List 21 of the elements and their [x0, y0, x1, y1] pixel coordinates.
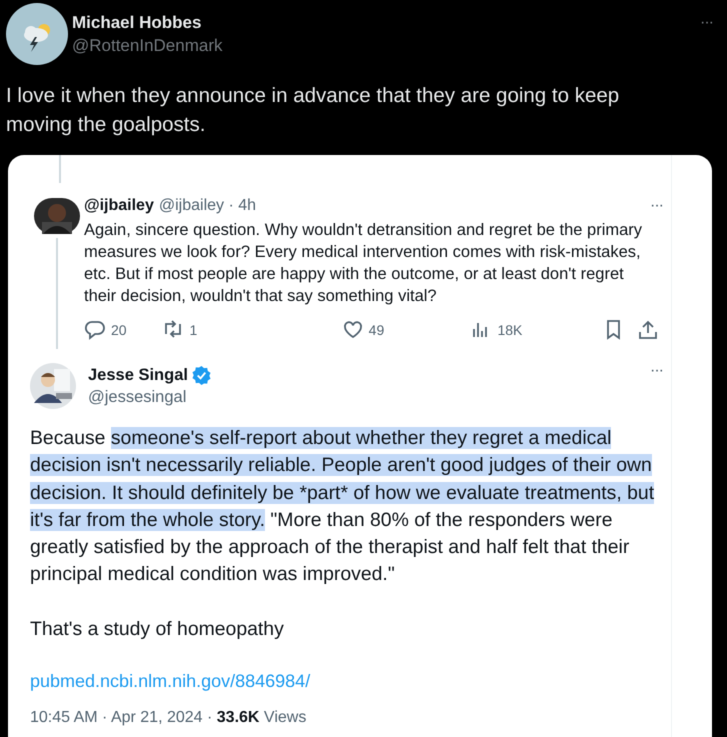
user-handle[interactable]: @jessesingal — [88, 386, 211, 408]
post-text: I love it when they announce in advance that they are going to keep moving the goalposts. — [6, 83, 620, 138]
share-icon[interactable] — [637, 319, 660, 341]
action-count: 49 — [368, 322, 384, 338]
author-name[interactable]: Michael Hobbes — [72, 12, 222, 34]
reply-text: Again, sincere question. Why wouldn't detransition and regret be the primary measures we look for? Every medical intervention comes with risk-mistakes, etc. But if most people are happy with the outcome, or at least don't regret their decision, wouldn't that say something vital? — [84, 220, 644, 307]
heart-icon[interactable] — [342, 319, 364, 341]
action-count: 20 — [111, 322, 127, 338]
reply-icon[interactable] — [84, 319, 106, 341]
more-button[interactable]: ··· — [650, 198, 663, 214]
user-handle: @ijbailey · 4h — [158, 196, 256, 216]
more-button[interactable]: ··· — [700, 15, 713, 31]
action-count: 18K — [497, 322, 522, 338]
more-button[interactable]: ··· — [650, 363, 663, 379]
action-count: 1 — [189, 322, 198, 338]
tweet-text: That's a study of homeopathy — [30, 616, 285, 642]
cloud-lightning-icon — [6, 3, 68, 65]
user-name[interactable]: @ijbailey — [84, 195, 154, 217]
user-name[interactable]: Jesse Singal — [88, 365, 188, 386]
tweet-meta: 10:45 AM · Apr 21, 2024 · 33.6K Views — [30, 708, 308, 728]
author-handle[interactable]: @RottenInDenmark — [72, 34, 222, 58]
